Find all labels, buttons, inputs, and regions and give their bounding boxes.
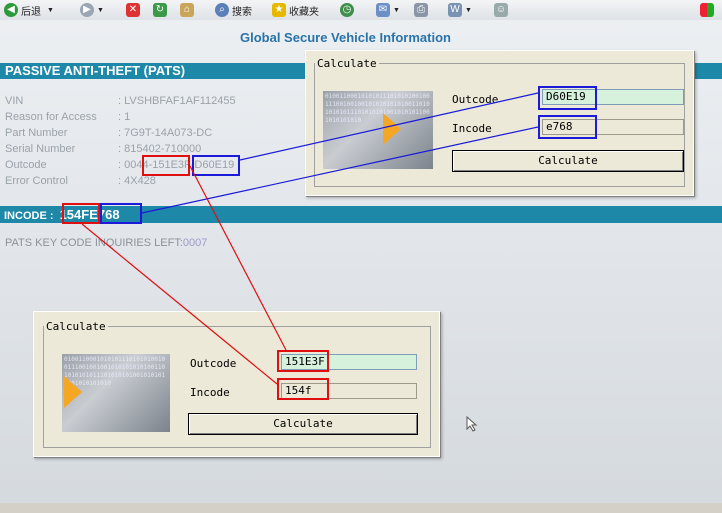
- forward-arrow-icon: ▶: [80, 3, 94, 17]
- outcode-label: Outcode: [190, 357, 237, 370]
- print-button[interactable]: ⎙: [414, 2, 431, 18]
- info-label: VIN: [5, 95, 24, 107]
- calculate-groupbox-title: Calculate: [317, 57, 377, 70]
- printer-icon: ⎙: [414, 3, 428, 17]
- chevron-down-icon: ▼: [465, 6, 472, 14]
- history-button[interactable]: ◷: [340, 2, 357, 18]
- browser-toolbar: ◀ 后退 ▼ ▶ ▼ ✕ ↻ ⌂ ⌕ 搜索 ★ 收藏夹 ◷ ✉ ▼ ⎙ W ▼ …: [0, 0, 722, 21]
- info-label: Error Control: [5, 175, 68, 187]
- favorites-button[interactable]: ★ 收藏夹: [272, 2, 319, 18]
- mail-button[interactable]: ✉ ▼: [376, 2, 400, 18]
- outcode-label: Outcode: [452, 93, 499, 106]
- home-icon: ⌂: [180, 3, 194, 17]
- binary-pattern: 0100110001010101110101010010011100100100…: [325, 93, 430, 124]
- highlight-outcode-part1: [142, 155, 190, 176]
- forward-button[interactable]: ▶ ▼: [80, 2, 104, 18]
- messenger-button[interactable]: ☺: [494, 2, 511, 18]
- inquiries-count: 0007: [182, 237, 208, 249]
- star-icon: ★: [272, 3, 286, 17]
- page-title: Global Secure Vehicle Information: [240, 30, 451, 45]
- calculate-groupbox-title: Calculate: [46, 320, 106, 333]
- stop-icon: ✕: [126, 3, 140, 17]
- info-value: : LVSHBFAF1AF112455: [118, 95, 236, 107]
- highlight-bottom-incode: [277, 378, 329, 400]
- mail-icon: ✉: [376, 3, 390, 17]
- favorites-label: 收藏夹: [289, 6, 319, 18]
- calculator-logo-image: 0100110001010101110101010010011100100100…: [323, 91, 433, 169]
- search-button[interactable]: ⌕ 搜索: [215, 2, 252, 18]
- history-icon: ◷: [340, 3, 354, 17]
- incode-label: INCODE :: [4, 210, 54, 222]
- inquiries-left: PATS KEY CODE INQUIRIES LEFT:0007: [5, 237, 207, 249]
- back-arrow-icon: ◀: [4, 3, 18, 17]
- document-icon: W: [448, 3, 462, 17]
- incode-label: Incode: [190, 386, 230, 399]
- search-icon: ⌕: [215, 3, 229, 17]
- info-label: Outcode: [5, 159, 47, 171]
- mouse-cursor-icon: [466, 416, 478, 432]
- chevron-down-icon: ▼: [393, 6, 400, 14]
- back-button[interactable]: ◀ 后退 ▼: [4, 2, 54, 18]
- incode-label: Incode: [452, 122, 492, 135]
- arrow-icon: [383, 113, 401, 145]
- calculator-logo-image: 0100110001010101110101010010011100100100…: [62, 354, 170, 432]
- back-label: 后退: [21, 6, 41, 18]
- highlight-incode-part2: [100, 203, 142, 224]
- search-label: 搜索: [232, 6, 252, 18]
- status-bar: [0, 503, 722, 513]
- calculate-button[interactable]: Calculate: [452, 150, 684, 172]
- info-value: : 1: [118, 111, 131, 123]
- windows-logo: [700, 2, 717, 18]
- refresh-icon: ↻: [153, 3, 167, 17]
- chevron-down-icon: ▼: [97, 6, 104, 14]
- inquiries-label: PATS KEY CODE INQUIRIES LEFT:: [5, 237, 183, 249]
- info-label: Reason for Access: [5, 111, 97, 123]
- chevron-down-icon: ▼: [47, 6, 54, 14]
- highlight-bottom-outcode: [277, 350, 329, 372]
- highlight-top-outcode: [538, 86, 597, 110]
- stop-button[interactable]: ✕: [126, 2, 143, 18]
- info-value: : 7G9T-14A073-DC: [118, 127, 213, 139]
- edit-button[interactable]: W ▼: [448, 2, 472, 18]
- highlight-top-incode: [538, 115, 597, 139]
- info-label: Part Number: [5, 127, 68, 139]
- info-value: : 815402-710000: [118, 143, 202, 155]
- info-label: Serial Number: [5, 143, 76, 155]
- home-button[interactable]: ⌂: [180, 2, 197, 18]
- info-value: : 4X428: [118, 175, 156, 187]
- calculate-window-bottom: Calculate 010011000101010111010101001001…: [33, 311, 440, 457]
- calculate-button[interactable]: Calculate: [188, 413, 418, 435]
- messenger-icon: ☺: [494, 3, 508, 17]
- highlight-incode-part1: [62, 203, 100, 224]
- calculate-window-top: Calculate 010011000101010111010101001001…: [305, 50, 694, 196]
- highlight-outcode-part2: [192, 155, 240, 176]
- arrow-icon: [64, 376, 82, 408]
- refresh-button[interactable]: ↻: [153, 2, 170, 18]
- windows-logo-icon: [700, 3, 714, 17]
